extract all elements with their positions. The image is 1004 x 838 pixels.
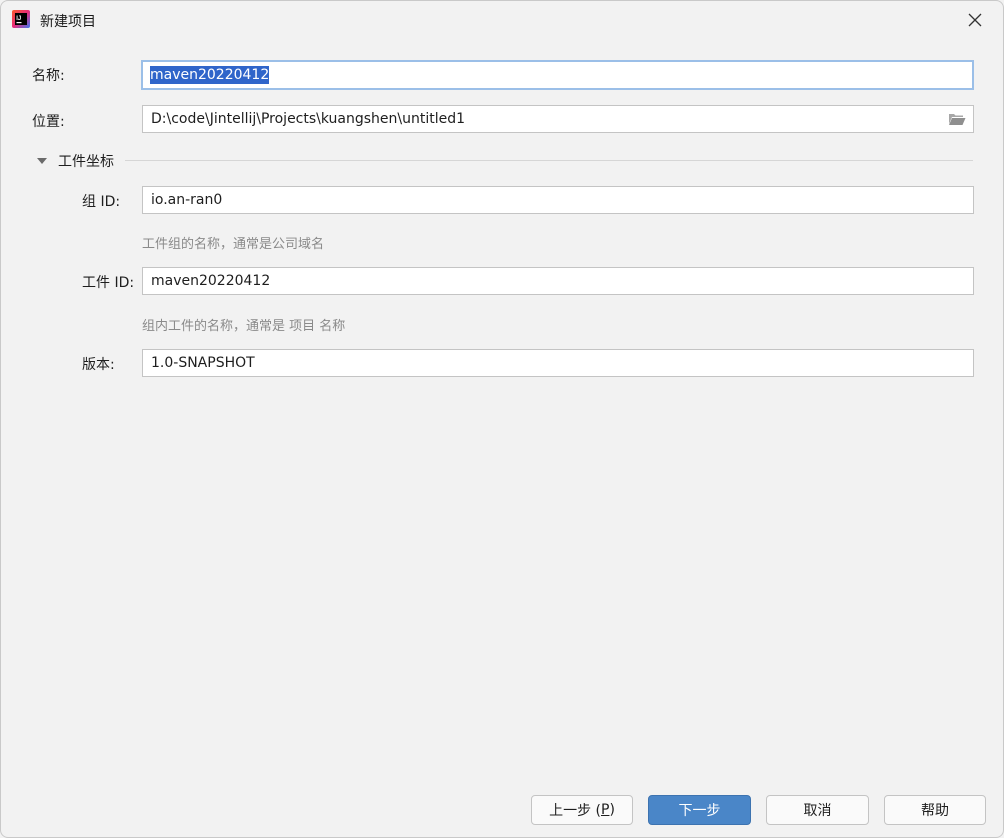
name-label: 名称: (32, 68, 65, 84)
artifact-coordinates-toggle[interactable]: 工件坐标 (34, 151, 118, 171)
cancel-button-label: 取消 (803, 803, 832, 819)
help-button-label: 帮助 (921, 803, 949, 819)
group-id-label: 组 ID: (82, 194, 121, 210)
group-id-input[interactable]: io.an-ran0 (142, 186, 974, 214)
close-button[interactable] (961, 6, 989, 34)
artifact-id-label: 工件 ID: (82, 275, 135, 291)
svg-text:IJ: IJ (16, 16, 21, 22)
folder-open-icon[interactable] (948, 112, 966, 126)
previous-button-prefix: 上一步 ( (549, 803, 601, 819)
group-id-hint: 工件组的名称，通常是公司域名 (142, 237, 325, 252)
name-input-value: maven20220412 (150, 66, 270, 84)
next-button[interactable]: 下一步 (648, 795, 751, 825)
help-button[interactable]: 帮助 (884, 795, 986, 825)
artifact-id-input[interactable]: maven20220412 (142, 267, 974, 295)
location-input[interactable]: D:\code\Jintellij\Projects\kuangshen\unt… (142, 105, 974, 133)
version-input-value: 1.0-SNAPSHOT (151, 355, 255, 371)
group-id-input-value: io.an-ran0 (151, 192, 223, 208)
close-icon (968, 13, 982, 27)
section-divider (125, 160, 973, 161)
dialog-title: 新建项目 (40, 14, 96, 30)
next-button-label: 下一步 (678, 803, 721, 819)
cancel-button[interactable]: 取消 (766, 795, 869, 825)
location-input-value: D:\code\Jintellij\Projects\kuangshen\unt… (151, 111, 466, 127)
previous-button[interactable]: 上一步 (P) (531, 795, 633, 825)
previous-button-suffix: ) (609, 802, 615, 818)
artifact-id-input-value: maven20220412 (151, 273, 271, 289)
triangle-down-icon (37, 158, 47, 164)
previous-button-mnemonic: P (601, 802, 610, 818)
version-label: 版本: (82, 357, 115, 373)
location-label: 位置: (32, 114, 65, 130)
name-input[interactable]: maven20220412 (141, 60, 974, 90)
version-input[interactable]: 1.0-SNAPSHOT (142, 349, 974, 377)
title-bar: IJ 新建项目 (1, 1, 1003, 39)
section-title: 工件坐标 (58, 154, 114, 170)
intellij-idea-icon: IJ (12, 10, 30, 28)
new-project-dialog: IJ 新建项目 名称: maven20220412 位置: D:\code\Ji… (0, 0, 1004, 838)
artifact-id-hint: 组内工件的名称，通常是 项目 名称 (142, 319, 346, 334)
